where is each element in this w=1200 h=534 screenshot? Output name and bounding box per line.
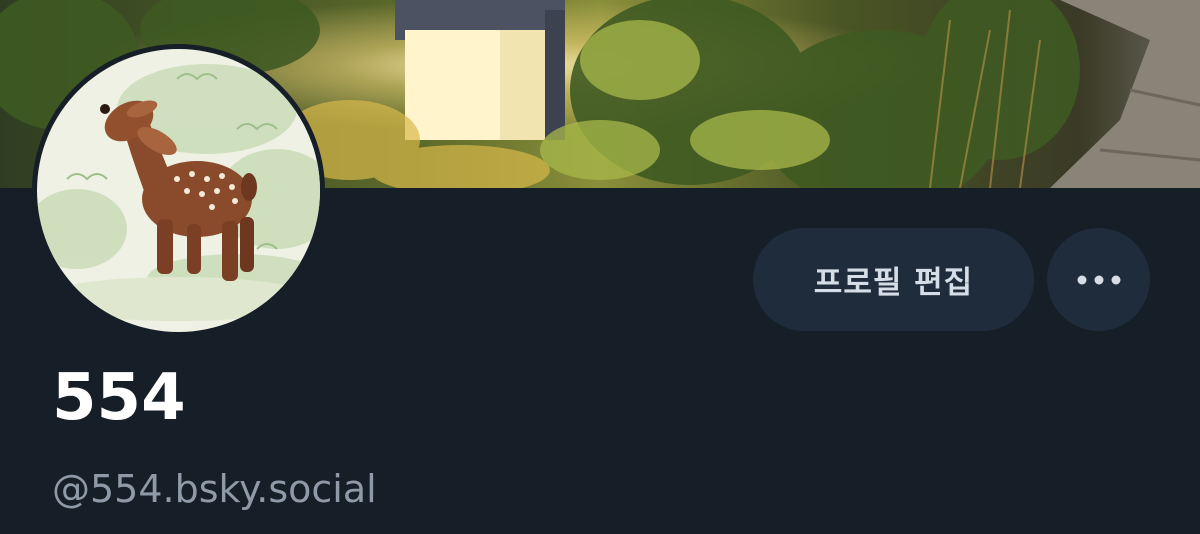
more-options-button[interactable]	[1047, 228, 1150, 331]
profile-handle: @554.bsky.social	[52, 467, 377, 511]
ellipsis-icon	[1077, 275, 1120, 284]
avatar-image	[37, 49, 320, 332]
avatar[interactable]	[32, 44, 325, 337]
display-name: 554	[52, 361, 186, 435]
profile-header: 프로필 편집 554 @554.bsky.social	[0, 0, 1200, 534]
edit-profile-button[interactable]: 프로필 편집	[753, 228, 1034, 331]
